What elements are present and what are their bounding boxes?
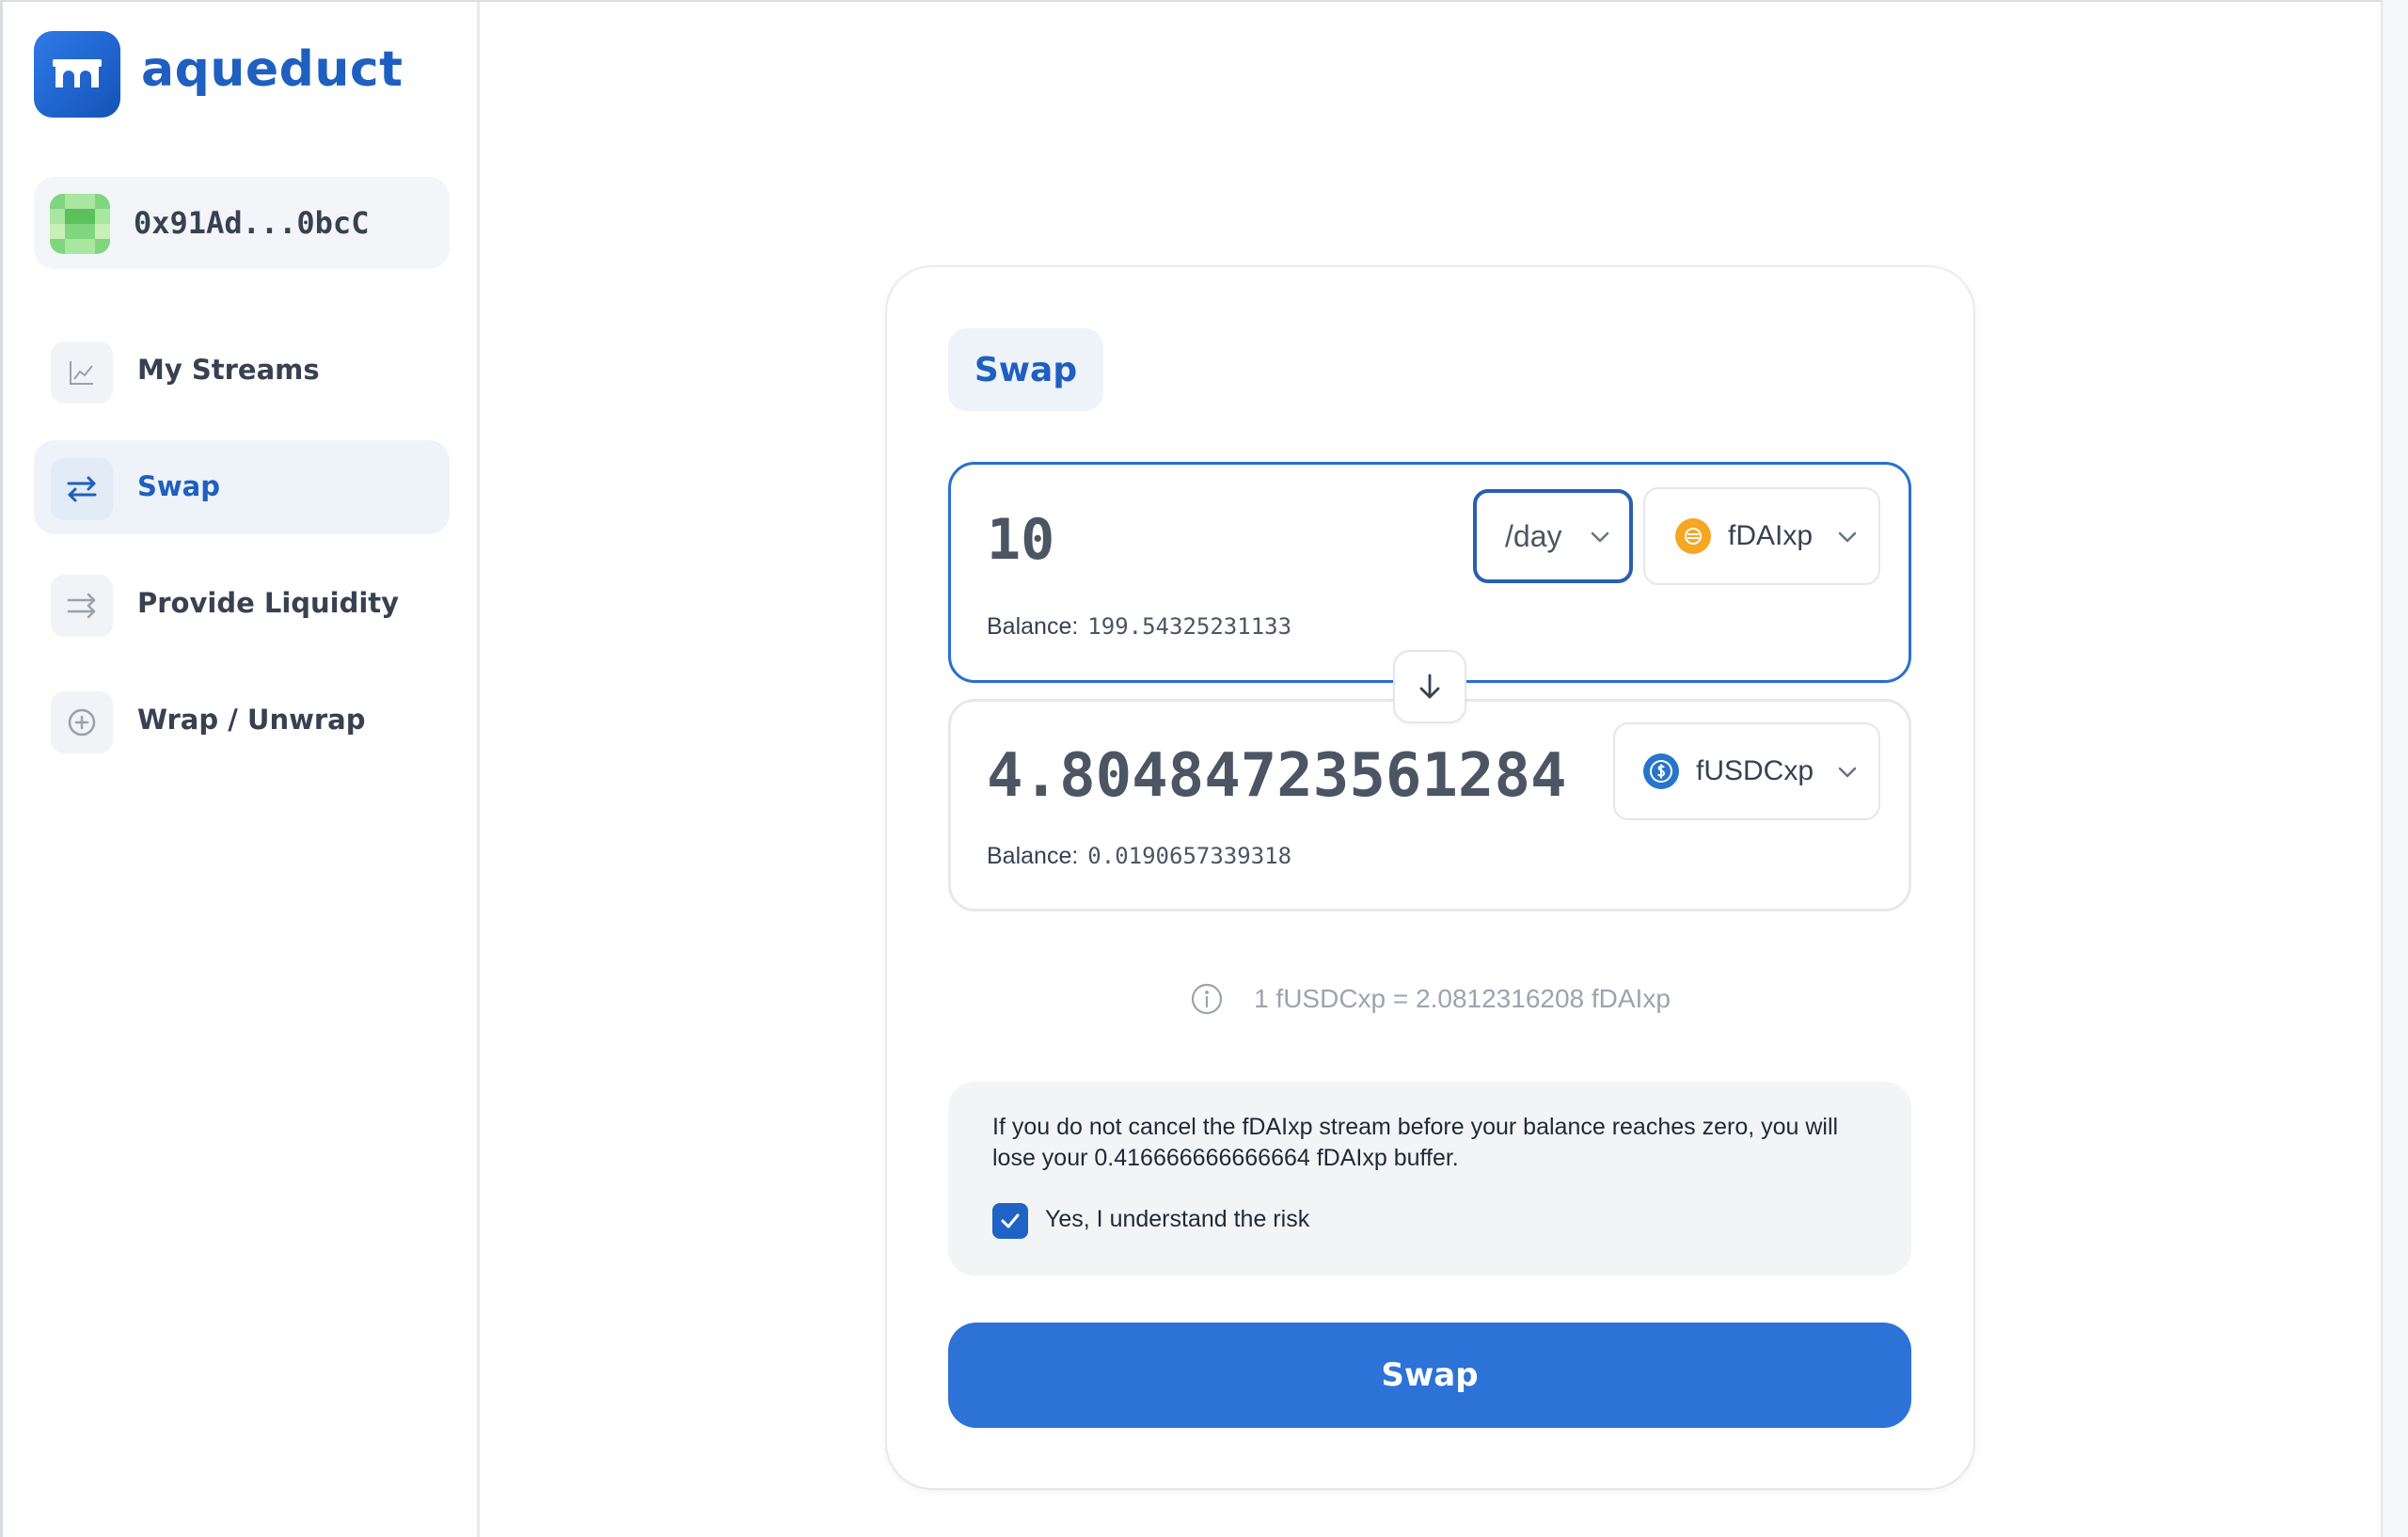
account-address: 0x91Ad...0bcC [134,205,370,241]
sidebar: aqueduct 0x91Ad...0bcC My Streams Swap P… [3,2,480,1537]
aqueduct-logo-icon[interactable] [34,31,120,118]
chevron-down-icon [1838,767,1857,778]
period-select[interactable]: /day [1473,489,1633,583]
swap-submit-button[interactable]: Swap [948,1323,1911,1428]
balance-label: Balance: [987,843,1079,869]
sidebar-item-my-streams[interactable]: My Streams [34,324,450,418]
check-icon [1001,1213,1020,1228]
balance-value: 199.54325231133 [1087,613,1292,640]
balance-value: 0.0190657339318 [1087,843,1292,869]
sidebar-item-provide-liquidity[interactable]: Provide Liquidity [34,557,450,651]
warning-text: If you do not cancel the fDAIxp stream b… [992,1114,1839,1171]
to-amount-output: 4.80484723561284 [987,741,1567,811]
sidebar-item-label: Wrap / Unwrap [137,704,366,736]
plus-circle-icon [51,691,113,753]
arrows-right-icon [51,575,113,637]
to-balance: Balance: 0.0190657339318 [987,843,1291,870]
exchange-rate-text: 1 fUSDCxp = 2.0812316208 fDAIxp [1254,984,1671,1013]
chevron-down-icon [1591,531,1609,543]
dai-coin-icon [1675,518,1711,554]
risk-checkbox-label[interactable]: Yes, I understand the risk [1045,1206,1309,1233]
from-token-select[interactable]: fDAIxp [1643,487,1880,585]
to-token-select[interactable]: fUSDCxp [1613,722,1880,820]
chevron-down-icon [1838,531,1857,543]
sidebar-item-wrap-unwrap[interactable]: Wrap / Unwrap [34,673,450,768]
period-value: /day [1505,518,1562,553]
sidebar-item-swap[interactable]: Swap [34,440,450,534]
window-scrollbar[interactable] [2381,0,2408,1537]
balance-label: Balance: [987,613,1079,640]
sidebar-item-label: Provide Liquidity [137,587,400,619]
sidebar-item-label: My Streams [137,354,320,386]
chart-line-icon [51,341,113,404]
swap-card: Swap 10 /day fDAIxp Balance: 199.54325231… [887,267,1973,1488]
arrow-down-icon [1419,673,1440,699]
from-token-name: fDAIxp [1728,520,1814,551]
brand-name[interactable]: aqueduct [141,41,404,98]
avatar [50,194,110,254]
to-token-name: fUSDCxp [1696,755,1814,786]
bridge-icon [53,59,102,87]
switch-direction-button[interactable] [1393,650,1466,723]
to-panel: 4.80484723561284 fUSDCxp Balance: 0.01906… [948,699,1911,911]
exchange-rate: 1 fUSDCxp = 2.0812316208 fDAIxp [887,982,1973,1016]
buffer-warning: If you do not cancel the fDAIxp stream b… [948,1082,1911,1276]
account-button[interactable]: 0x91Ad...0bcC [34,177,450,269]
swap-arrows-icon [51,458,113,520]
tab-swap[interactable]: Swap [948,328,1103,411]
sidebar-item-label: Swap [137,470,221,502]
usdc-coin-icon [1643,753,1679,789]
risk-checkbox[interactable] [992,1203,1028,1239]
from-balance: Balance: 199.54325231133 [987,613,1291,641]
info-icon[interactable] [1190,982,1224,1016]
